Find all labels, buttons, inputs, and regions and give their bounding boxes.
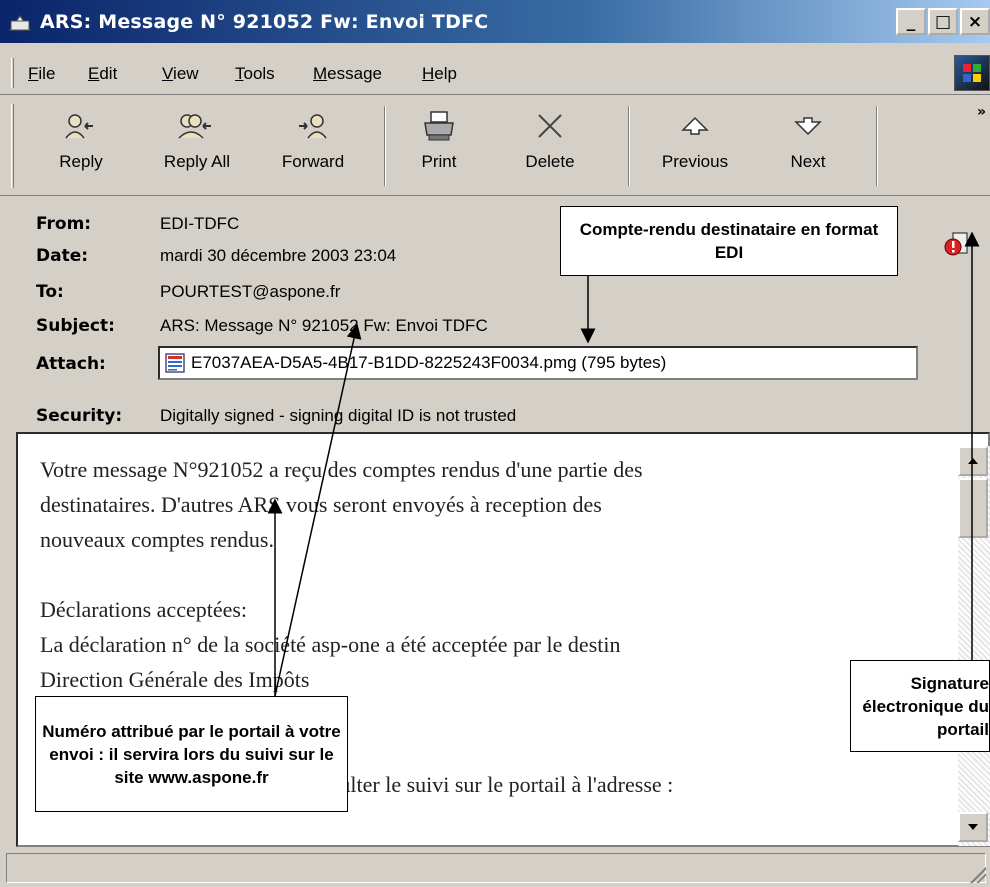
reply-all-icon	[177, 106, 217, 146]
to-value: POURTEST@aspone.fr	[160, 282, 341, 301]
reply-label: Reply	[59, 152, 103, 171]
subject-value: ARS: Message N° 921052 Fw: Envoi TDFC	[160, 316, 488, 335]
previous-label: Previous	[661, 152, 729, 171]
callout-edi: Compte-rendu destinataire en format EDI	[560, 206, 898, 276]
body-line: destinataires. D'autres ARS vous seront …	[40, 492, 602, 517]
forward-button[interactable]: Forward	[268, 106, 358, 188]
printer-icon	[419, 106, 459, 146]
security-label: Security:	[36, 406, 123, 426]
previous-button[interactable]: Previous	[650, 106, 740, 188]
from-value: EDI-TDFC	[160, 214, 240, 233]
vertical-scrollbar[interactable]	[958, 446, 990, 846]
menu-bar: File Edit View Tools Message Help	[0, 51, 990, 95]
status-bar	[0, 849, 990, 887]
body-line: Votre message N°921052 a reçu des compte…	[40, 457, 643, 482]
print-label: Print	[421, 152, 457, 171]
reply-all-label: Reply All	[163, 152, 231, 171]
up-arrow-icon	[675, 106, 715, 146]
next-button[interactable]: Next	[763, 106, 853, 188]
forward-label: Forward	[281, 152, 345, 171]
toolbar-separator	[876, 106, 878, 186]
menu-grip[interactable]	[11, 58, 14, 88]
menu-message[interactable]: Message	[313, 64, 382, 84]
forward-icon	[293, 106, 333, 146]
subject-label: Subject:	[36, 316, 115, 336]
body-line: La déclaration n° de la société asp-one …	[40, 632, 621, 657]
close-button[interactable]: ×	[960, 8, 990, 35]
attach-label: Attach:	[36, 354, 106, 374]
menu-tools[interactable]: Tools	[235, 64, 275, 84]
attachment-file-icon	[165, 353, 185, 373]
scroll-up-button[interactable]	[958, 446, 988, 476]
triangle-down-icon	[968, 824, 978, 830]
status-panel	[6, 853, 986, 883]
windows-logo-icon	[954, 55, 990, 91]
date-value: mardi 30 décembre 2003 23:04	[160, 246, 397, 265]
scroll-down-button[interactable]	[958, 812, 988, 842]
delete-x-icon	[530, 106, 570, 146]
menu-edit[interactable]: Edit	[88, 64, 117, 84]
callout-signature: Signature électronique du portail	[850, 660, 990, 752]
resize-grip-icon[interactable]	[970, 867, 986, 883]
window-title: ARS: Message N° 921052 Fw: Envoi TDFC	[40, 10, 489, 33]
attachment-filename: E7037AEA-D5A5-4B17-B1DD-8225243F0034.pmg…	[191, 353, 667, 372]
to-label: To:	[36, 282, 64, 302]
callout-numero: Numéro attribué par le portail à votre e…	[35, 696, 348, 812]
body-line: Déclarations acceptées:	[40, 597, 248, 622]
scroll-thumb[interactable]	[958, 478, 988, 538]
triangle-up-icon	[968, 458, 978, 464]
down-arrow-icon	[788, 106, 828, 146]
reply-button[interactable]: Reply	[36, 106, 126, 188]
toolbar: Reply Reply All Forward Print Delete Pre…	[0, 96, 990, 196]
from-label: From:	[36, 214, 92, 234]
toolbar-separator	[384, 106, 386, 186]
menu-file[interactable]: File	[28, 64, 55, 84]
body-line: Direction Générale des Impôts	[40, 667, 310, 692]
minimize-button[interactable]: _	[896, 8, 926, 35]
reply-icon	[61, 106, 101, 146]
delete-label: Delete	[525, 152, 575, 171]
toolbar-overflow-chevron[interactable]: »	[977, 104, 986, 120]
attachment-field[interactable]: E7037AEA-D5A5-4B17-B1DD-8225243F0034.pmg…	[158, 346, 918, 380]
title-bar[interactable]: ARS: Message N° 921052 Fw: Envoi TDFC _ …	[0, 0, 990, 43]
toolbar-grip[interactable]	[11, 104, 14, 188]
menu-view[interactable]: View	[162, 64, 199, 84]
envelope-icon	[8, 11, 32, 33]
toolbar-separator	[628, 106, 630, 186]
reply-all-button[interactable]: Reply All	[152, 106, 242, 188]
menu-help[interactable]: Help	[422, 64, 457, 84]
maximize-button[interactable]: □	[928, 8, 958, 35]
print-button[interactable]: Print	[394, 106, 484, 188]
delete-button[interactable]: Delete	[505, 106, 595, 188]
body-line: nouveaux comptes rendus.	[40, 527, 274, 552]
next-label: Next	[790, 152, 826, 171]
date-label: Date:	[36, 246, 89, 266]
security-value: Digitally signed - signing digital ID is…	[160, 406, 517, 425]
digital-signature-warning-icon[interactable]	[943, 230, 973, 260]
